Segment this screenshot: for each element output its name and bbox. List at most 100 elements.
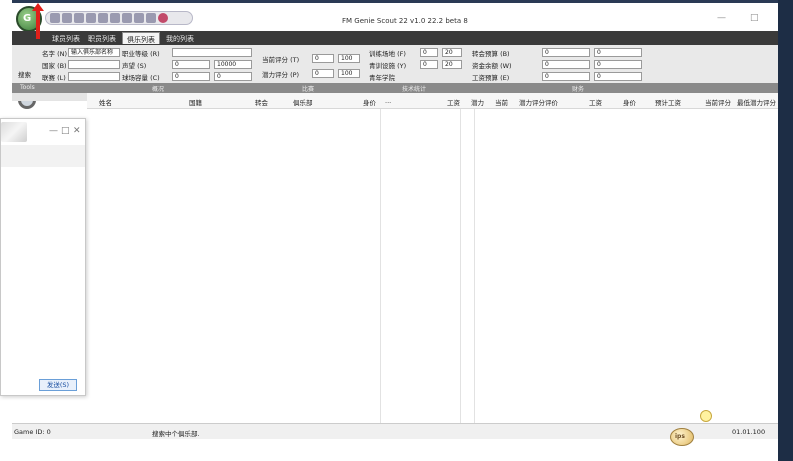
results-table-body[interactable] [87, 109, 778, 423]
tab-my-list[interactable]: 我的列表 [162, 32, 198, 44]
transfer-budget-min-input[interactable]: 0 [542, 48, 590, 57]
column-header-value-2[interactable]: 身价 [623, 97, 636, 107]
app-window: G FM Genie Scout 22 v1.0 22.2 beta 8 — □… [12, 3, 778, 439]
title-bar: G FM Genie Scout 22 v1.0 22.2 beta 8 — □ [12, 3, 778, 33]
balance-label: 资金余额 (W) [472, 62, 512, 70]
group-overview-label: 概况 [152, 86, 165, 93]
nation-label: 国家 (B) [42, 62, 67, 70]
column-header-rating[interactable]: 评价 [545, 97, 558, 107]
column-header-current[interactable]: 当前 [495, 97, 508, 107]
chat-window-logo-icon [1, 122, 27, 142]
status-message: 搜索中个俱乐部. [152, 430, 200, 438]
current-rating-max-input[interactable]: 100 [338, 54, 360, 63]
column-header-current-rating[interactable]: 当前评分 [705, 97, 731, 107]
column-divider [460, 109, 461, 423]
league-select[interactable] [68, 72, 120, 81]
reputation-max-input[interactable]: 10000 [214, 60, 252, 69]
reputation-min-input[interactable]: 0 [172, 60, 210, 69]
status-game-id: Game ID: 0 [14, 428, 51, 436]
chat-maximize-icon[interactable]: □ [61, 126, 70, 136]
quick-refresh-icon[interactable] [74, 13, 84, 23]
balance-max-input[interactable]: 0 [594, 60, 642, 69]
training-facilities-min-input[interactable]: 0 [420, 48, 438, 57]
column-header-wage-2[interactable]: 工资 [589, 97, 602, 107]
quick-users-icon[interactable] [122, 13, 132, 23]
transfer-budget-label: 转会预算 (B) [472, 50, 510, 58]
ribbon-group-bar [12, 83, 778, 93]
current-rating-label: 当前评分 (T) [262, 56, 300, 64]
column-header-potential[interactable]: 潜力 [471, 97, 484, 107]
column-header-wage[interactable]: 工资 [447, 97, 460, 107]
column-header-nation[interactable]: 国籍 [189, 97, 202, 107]
column-divider [474, 109, 475, 423]
quick-print-icon[interactable] [98, 13, 108, 23]
chat-window-title-bar: — □ ✕ [1, 119, 85, 145]
quick-heart-icon[interactable] [158, 13, 168, 23]
quick-access-toolbar [45, 11, 193, 25]
quick-save-icon[interactable] [50, 13, 60, 23]
status-date: 01.01.100 [732, 428, 766, 436]
column-header-transfer[interactable]: 转会 [255, 97, 268, 107]
column-header-potential-rating[interactable]: 潜力评分 [519, 97, 545, 107]
tab-players[interactable]: 球员列表 [48, 32, 84, 44]
column-divider [380, 109, 381, 423]
results-table-header: 姓名 国籍 转会 俱乐部 身价 ... 工资 潜力 当前 潜力评分 评价 工资 … [87, 93, 778, 109]
name-input[interactable]: 输入俱乐部名称 [68, 48, 120, 57]
left-panel-strip [12, 93, 87, 101]
window-title: FM Genie Scout 22 v1.0 22.2 beta 8 [342, 17, 468, 25]
chat-close-icon[interactable]: ✕ [73, 126, 81, 136]
league-label: 联赛 (L) [42, 74, 66, 82]
column-header-club[interactable]: 俱乐部 [293, 97, 313, 107]
quick-user-icon[interactable] [110, 13, 120, 23]
quick-zoom-icon[interactable] [146, 13, 156, 23]
column-header-min-potential[interactable]: 最低潜力评分 [737, 97, 776, 107]
quick-load-icon[interactable] [62, 13, 72, 23]
potential-rating-min-input[interactable]: 0 [312, 69, 334, 78]
stadium-capacity-max-input[interactable]: 0 [214, 72, 252, 81]
tab-staff[interactable]: 职员列表 [84, 32, 120, 44]
potential-rating-label: 潜力评分 (P) [262, 71, 300, 79]
main-tab-row: 球员列表 职员列表 俱乐列表 我的列表 [12, 31, 778, 45]
quick-export-icon[interactable] [86, 13, 96, 23]
reputation-label: 声望 (S) [122, 62, 147, 70]
tab-clubs[interactable]: 俱乐列表 [122, 32, 160, 44]
youth-facilities-max-input[interactable]: 20 [442, 60, 462, 69]
quick-team-icon[interactable] [134, 13, 144, 23]
tips-icon[interactable]: ips [670, 428, 694, 446]
send-button[interactable]: 发送(S) [39, 379, 77, 391]
screen-right-frame [778, 0, 793, 461]
name-label: 名字 (N) [42, 50, 68, 58]
professional-level-select[interactable] [172, 48, 252, 57]
nation-select[interactable] [68, 60, 120, 69]
group-tools-label: Tools [20, 84, 35, 91]
wage-budget-min-input[interactable]: 0 [542, 72, 590, 81]
column-header-name[interactable]: 姓名 [99, 97, 112, 107]
group-stats-label: 技术统计 [402, 86, 427, 93]
balance-min-input[interactable]: 0 [542, 60, 590, 69]
floating-chat-window: — □ ✕ 发送(S) [0, 118, 86, 396]
potential-rating-max-input[interactable]: 100 [338, 69, 360, 78]
professional-level-label: 职业等级 (R) [122, 50, 160, 58]
column-header-value[interactable]: 身价 [363, 97, 376, 107]
status-bar: Game ID: 0 搜索中个俱乐部. 01.01.100 [12, 423, 778, 439]
stadium-capacity-min-input[interactable]: 0 [172, 72, 210, 81]
transfer-budget-max-input[interactable]: 0 [594, 48, 642, 57]
training-facilities-max-input[interactable]: 20 [442, 48, 462, 57]
youth-academy-checkbox-label[interactable]: 青年学院 [369, 72, 395, 82]
current-rating-min-input[interactable]: 0 [312, 54, 334, 63]
youth-facilities-label: 青训设施 (Y) [369, 62, 407, 70]
wage-budget-max-input[interactable]: 0 [594, 72, 642, 81]
column-header-more[interactable]: ... [385, 97, 391, 105]
maximize-button[interactable]: □ [750, 13, 759, 23]
youth-facilities-min-input[interactable]: 0 [420, 60, 438, 69]
stadium-capacity-label: 球场容量 (C) [122, 74, 160, 82]
group-finance-label: 财务 [572, 86, 585, 93]
wage-budget-label: 工资预算 (E) [472, 74, 510, 82]
column-header-expected-wage[interactable]: 预计工资 [655, 97, 681, 107]
chat-minimize-icon[interactable]: — [49, 126, 58, 136]
training-facilities-label: 训练场地 (F) [369, 50, 406, 58]
red-arrow-annotation [32, 3, 44, 39]
chat-window-header-area [1, 145, 85, 167]
minimize-button[interactable]: — [717, 13, 726, 23]
search-tool-label: 搜索 [18, 71, 31, 79]
